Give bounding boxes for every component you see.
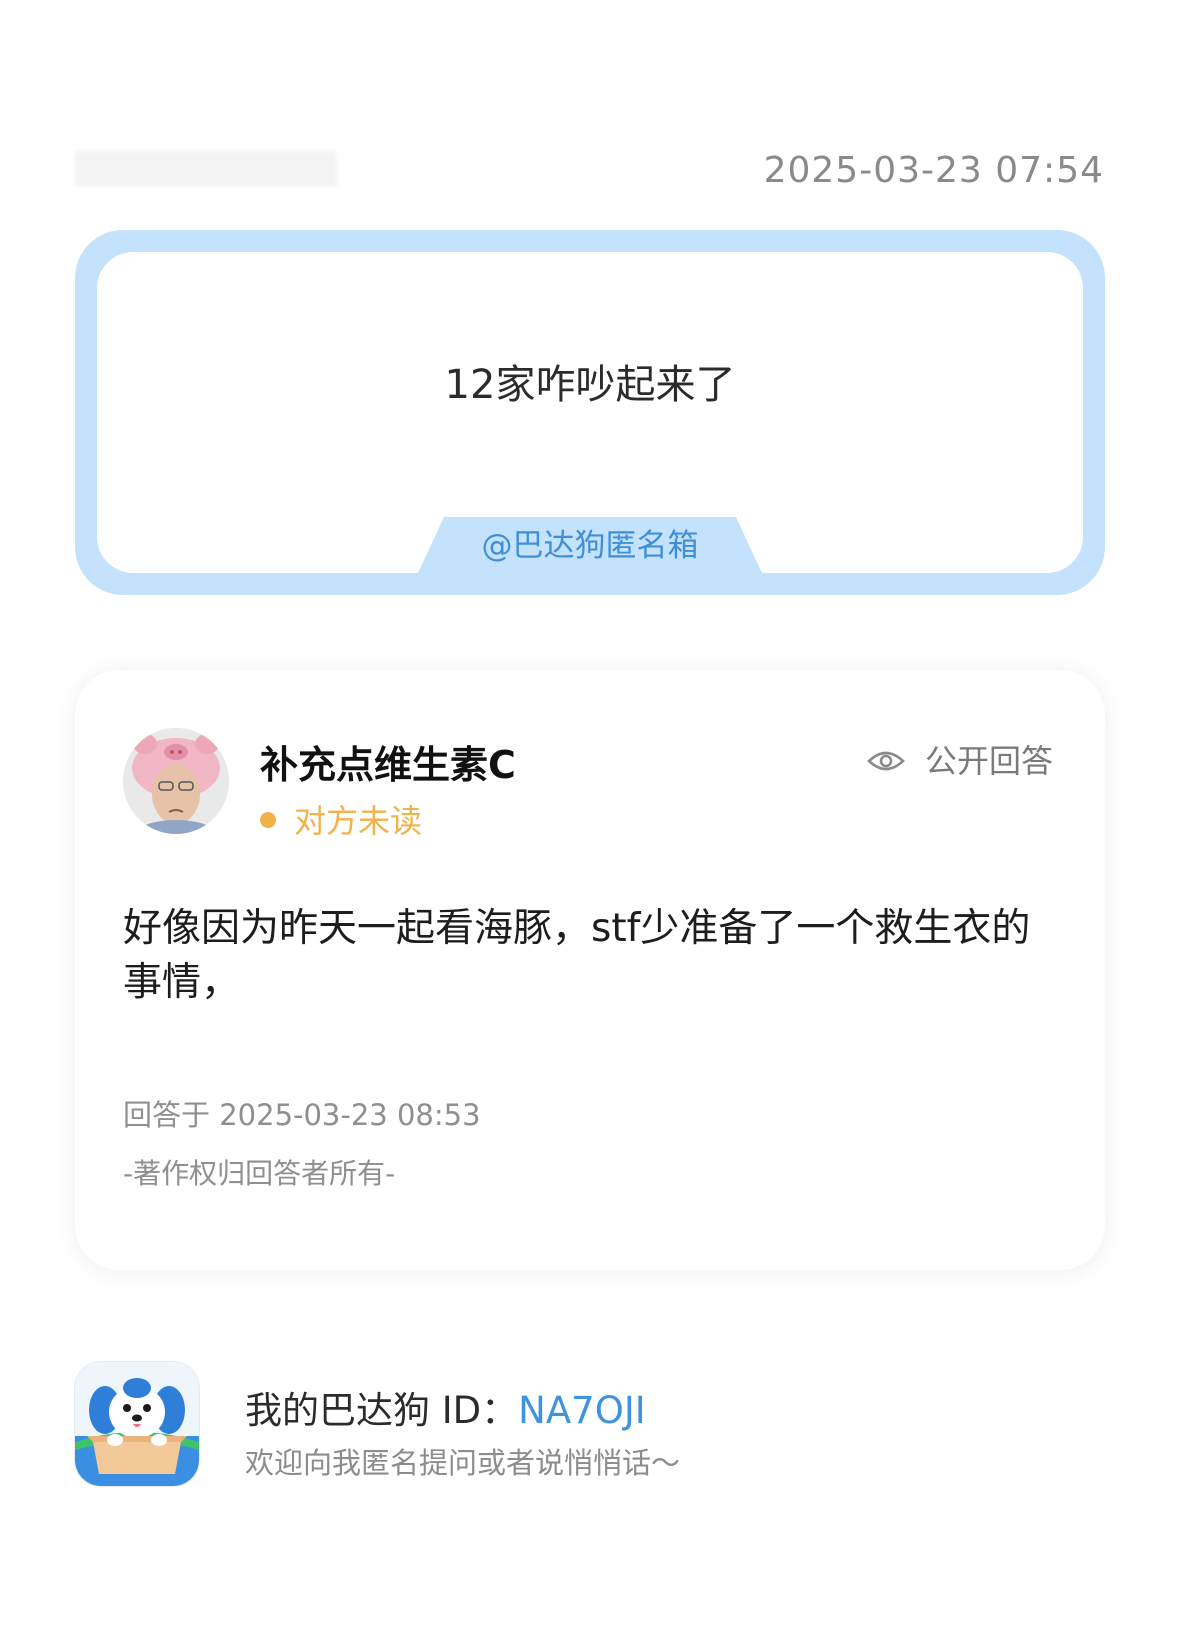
question-card: 12家咋吵起来了 @巴达狗匿名箱 [75,230,1105,595]
answer-timestamp: 回答于 2025-03-23 08:53 [123,1098,481,1132]
answer-text: 好像因为昨天一起看海豚，stf少准备了一个救生衣的事情， [123,906,1031,1005]
read-status: 对方未读 [260,796,422,842]
read-status-label: 对方未读 [294,802,423,840]
footer-title: 我的巴达狗 ID：NA7OJI [245,1380,646,1434]
anonymous-box-tag: @巴达狗匿名箱 [418,517,762,573]
avatar-image [123,728,229,834]
question-timestamp: 2025-03-23 07:54 [763,150,1104,191]
visibility-indicator: 公开回答 [867,736,1053,782]
header: 2025-03-23 07:54 [75,140,1104,200]
status-dot [260,812,276,828]
answer-card: 补充点维生素C 对方未读 公开回答 好像因为昨天一起看海豚，stf少准备了一个救… [75,670,1105,1270]
visibility-label: 公开回答 [924,742,1053,780]
author-name[interactable]: 补充点维生素C [260,734,516,789]
user-id[interactable]: NA7OJI [518,1389,645,1432]
copyright-notice: -著作权归回答者所有- [123,1157,396,1190]
eye-icon [867,751,905,771]
question-text: 12家咋吵起来了 [444,362,736,408]
avatar[interactable] [123,728,229,834]
app-logo [75,1362,199,1486]
footer-subtitle: 欢迎向我匿名提问或者说悄悄话～ [245,1446,681,1480]
blurred-username [75,152,337,186]
tag-label: @巴达狗匿名箱 [481,528,699,564]
badadog-app-icon [75,1362,199,1486]
footer: 我的巴达狗 ID：NA7OJI 欢迎向我匿名提问或者说悄悄话～ [75,1362,1105,1492]
footer-title-prefix: 我的巴达狗 ID： [245,1389,519,1432]
